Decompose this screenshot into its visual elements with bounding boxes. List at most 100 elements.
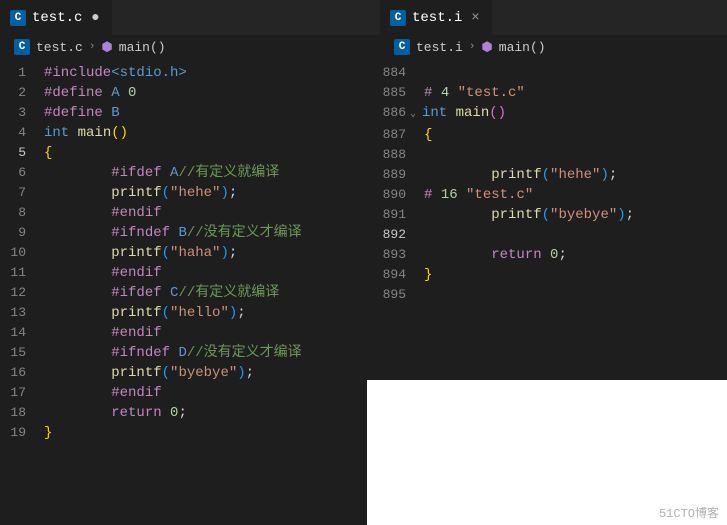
line-number: 14	[0, 323, 44, 343]
line-number: 1	[0, 63, 44, 83]
line-number: 894	[380, 265, 424, 285]
breadcrumb-symbol: main()	[499, 40, 546, 55]
code-line[interactable]: 889 printf("hehe");	[380, 165, 727, 185]
line-number: 2	[0, 83, 44, 103]
code-line[interactable]: 895	[380, 285, 727, 305]
code-content: }	[44, 423, 52, 443]
left-panel: C test.c C test.c › ⬢ main() 1#include<s…	[0, 0, 380, 525]
breadcrumb-right[interactable]: C test.i › ⬢ main()	[380, 35, 727, 59]
code-line[interactable]: 893 return 0;	[380, 245, 727, 265]
code-line[interactable]: 15 #ifndef D//没有定义才编译	[0, 343, 380, 363]
code-content: #ifdef A//有定义就编译	[44, 163, 279, 183]
code-line[interactable]: 4int main()	[0, 123, 380, 143]
tab-label: test.c	[32, 10, 82, 26]
tab-dirty-indicator[interactable]	[88, 10, 102, 26]
code-line[interactable]: 1#include<stdio.h>	[0, 63, 380, 83]
code-content: # 16 "test.c"	[424, 185, 533, 205]
line-number: 893	[380, 245, 424, 265]
line-number: 888	[380, 145, 424, 165]
c-file-icon: C	[390, 10, 406, 26]
close-icon[interactable]	[468, 10, 482, 26]
c-file-icon: C	[14, 39, 30, 55]
line-number: 18	[0, 403, 44, 423]
line-number: 11	[0, 263, 44, 283]
code-content: printf("haha");	[44, 243, 237, 263]
line-number: 5	[0, 143, 44, 163]
code-line[interactable]: 892	[380, 225, 727, 245]
line-number: 10	[0, 243, 44, 263]
code-line[interactable]: 3#define B	[0, 103, 380, 123]
code-line[interactable]: 19}	[0, 423, 380, 443]
code-line[interactable]: 888	[380, 145, 727, 165]
breadcrumb-symbol: main()	[119, 40, 166, 55]
line-number: 895	[380, 285, 424, 305]
line-number: 16	[0, 363, 44, 383]
code-line[interactable]: 17 #endif	[0, 383, 380, 403]
code-line[interactable]: 8 #endif	[0, 203, 380, 223]
tab-bar-right: C test.i	[380, 0, 727, 35]
line-number: 6	[0, 163, 44, 183]
line-number: 885	[380, 83, 424, 103]
chevron-right-icon: ›	[469, 41, 476, 53]
code-content: int main()	[44, 123, 128, 143]
code-content: printf("hello");	[44, 303, 246, 323]
chevron-right-icon: ›	[89, 41, 96, 53]
line-number: 7	[0, 183, 44, 203]
code-content: #define B	[44, 103, 120, 123]
code-line[interactable]: 5{	[0, 143, 380, 163]
line-number: 4	[0, 123, 44, 143]
code-line[interactable]: 894}	[380, 265, 727, 285]
code-content: printf("hehe");	[424, 165, 617, 185]
line-number: 892	[380, 225, 424, 245]
line-number: 8	[0, 203, 44, 223]
line-number: 889	[380, 165, 424, 185]
fold-chevron-icon[interactable]: ⌄	[410, 105, 422, 125]
code-content: }	[424, 265, 432, 285]
code-line[interactable]: 2#define A 0	[0, 83, 380, 103]
code-line[interactable]: 10 printf("haha");	[0, 243, 380, 263]
code-line[interactable]: 884	[380, 63, 727, 83]
code-content: return 0;	[424, 245, 567, 265]
code-line[interactable]: 11 #endif	[0, 263, 380, 283]
code-content: #ifndef D//没有定义才编译	[44, 343, 302, 363]
code-content: ⌄int main()	[424, 103, 506, 125]
line-number: 890	[380, 185, 424, 205]
code-content: #ifndef B//没有定义才编译	[44, 223, 302, 243]
code-line[interactable]: 887{	[380, 125, 727, 145]
line-number: 9	[0, 223, 44, 243]
code-line[interactable]: 13 printf("hello");	[0, 303, 380, 323]
code-line[interactable]: 6 #ifdef A//有定义就编译	[0, 163, 380, 183]
line-number: 17	[0, 383, 44, 403]
tab-test-c[interactable]: C test.c	[0, 0, 112, 35]
code-line[interactable]: 890# 16 "test.c"	[380, 185, 727, 205]
tab-label: test.i	[412, 10, 462, 26]
line-number: 13	[0, 303, 44, 323]
code-content: #endif	[44, 323, 162, 343]
code-content: printf("byebye");	[44, 363, 254, 383]
code-content: #endif	[44, 383, 162, 403]
editor-left[interactable]: 1#include<stdio.h>2#define A 03#define B…	[0, 59, 380, 525]
tab-test-i[interactable]: C test.i	[380, 0, 492, 35]
code-content: #include<stdio.h>	[44, 63, 187, 83]
code-content: return 0;	[44, 403, 187, 423]
tab-bar-left: C test.c	[0, 0, 380, 35]
watermark: 51CTO博客	[659, 504, 719, 521]
code-line[interactable]: 16 printf("byebye");	[0, 363, 380, 383]
code-line[interactable]: 12 #ifdef C//有定义就编译	[0, 283, 380, 303]
code-content: #define A 0	[44, 83, 136, 103]
code-content: {	[44, 143, 52, 163]
code-content: {	[424, 125, 432, 145]
breadcrumb-left[interactable]: C test.c › ⬢ main()	[0, 35, 380, 59]
code-line[interactable]: 886⌄int main()	[380, 103, 727, 125]
code-line[interactable]: 885# 4 "test.c"	[380, 83, 727, 103]
code-line[interactable]: 891 printf("byebye");	[380, 205, 727, 225]
code-line[interactable]: 9 #ifndef B//没有定义才编译	[0, 223, 380, 243]
line-number: 884	[380, 63, 424, 83]
code-content: # 4 "test.c"	[424, 83, 525, 103]
breadcrumb-file: test.c	[36, 40, 83, 55]
code-line[interactable]: 14 #endif	[0, 323, 380, 343]
code-line[interactable]: 18 return 0;	[0, 403, 380, 423]
symbol-icon: ⬢	[101, 40, 112, 55]
code-line[interactable]: 7 printf("hehe");	[0, 183, 380, 203]
line-number: 3	[0, 103, 44, 123]
